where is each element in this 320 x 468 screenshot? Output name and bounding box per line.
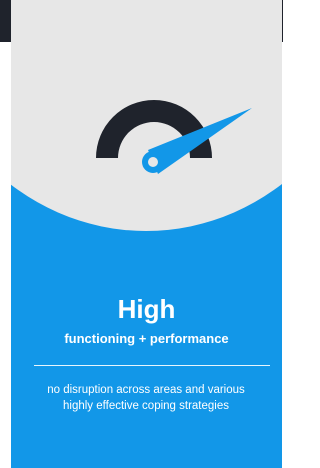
speedometer-gauge-icon <box>84 86 254 196</box>
level-description: no disruption across areas and various h… <box>47 384 245 412</box>
level-subtitle: functioning + performance <box>64 331 229 346</box>
level-title: High <box>117 294 176 324</box>
divider <box>34 365 270 366</box>
level-card: High functioning + performance no disrup… <box>11 0 282 468</box>
